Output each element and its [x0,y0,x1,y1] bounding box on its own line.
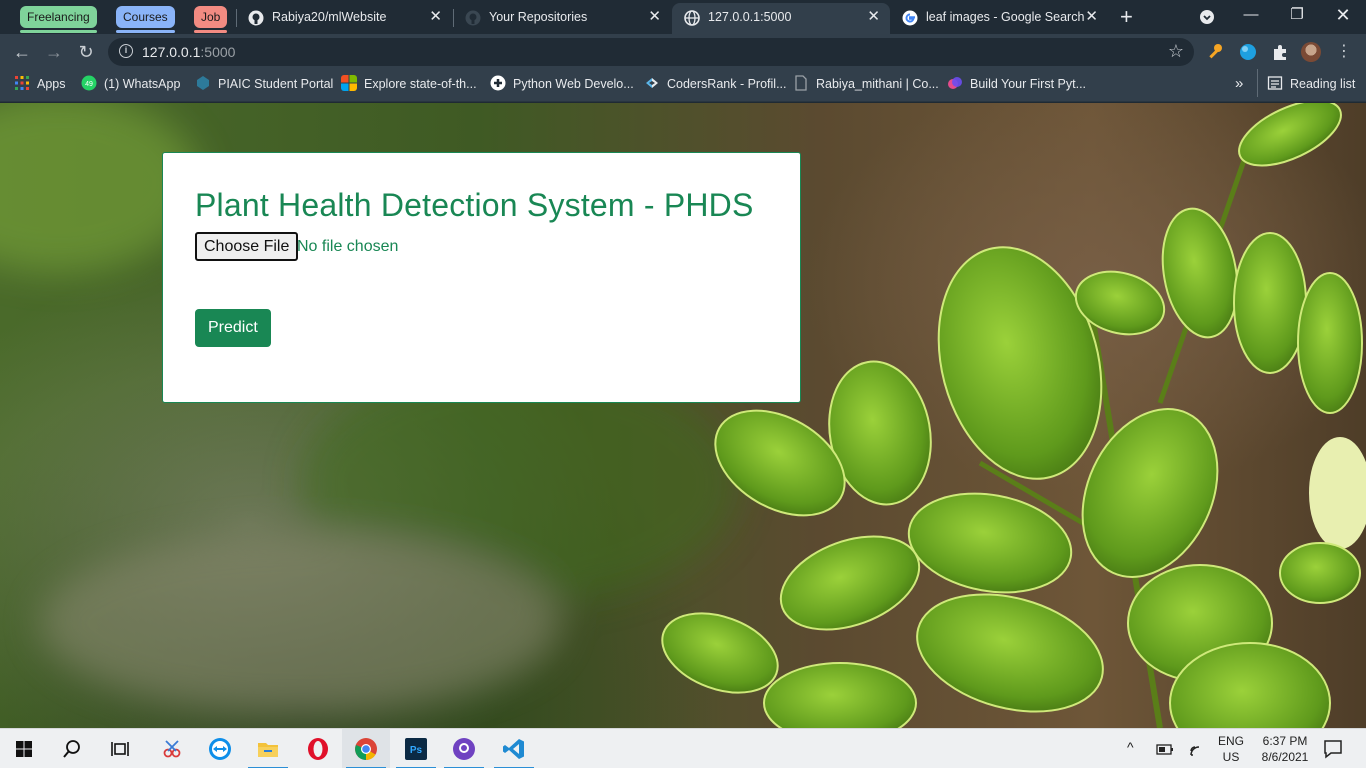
github-desktop-icon [453,738,475,760]
tab-title: Rabiya20/mlWebsite [272,10,387,24]
bookmarks-overflow-icon[interactable]: » [1235,70,1243,98]
taskbar-snipping-tool[interactable] [148,729,196,768]
key-extension-icon[interactable] [1205,42,1225,62]
search-icon [63,740,80,758]
site-info-icon[interactable]: i [119,44,133,58]
close-icon[interactable]: ✕ [648,3,661,31]
bookmarks-divider [1257,69,1258,97]
bookmark-piaic[interactable]: PIAIC Student Portal [195,70,333,98]
tab-group-job[interactable]: Job [194,6,228,33]
minimize-icon[interactable]: — [1228,0,1274,34]
browser-toolbar: ← → ↻ i 127.0.0.1:5000 ☆ ⋮ [0,34,1366,70]
tab-leaf-images[interactable]: leaf images - Google Search ✕ [890,3,1108,34]
bookmark-star-icon[interactable]: ☆ [1168,41,1184,62]
taskbar-file-explorer[interactable] [244,729,292,768]
tab-rabiya-mlwebsite[interactable]: Rabiya20/mlWebsite ✕ [236,3,452,34]
bookmarks-bar: Apps 49 (1) WhatsApp PIAIC Student Portal… [0,69,1366,102]
page-viewport: Plant Health Detection System - PHDS Cho… [0,103,1366,728]
colorpicker-extension-icon[interactable] [1238,42,1258,62]
python-icon [490,75,506,91]
forward-arrow-icon[interactable]: → [42,40,66,64]
svg-text:Ps: Ps [410,745,423,756]
choose-file-button[interactable]: Choose File [195,232,299,261]
bookmark-codersrank[interactable]: CodersRank - Profil... [644,70,786,98]
file-status-text: No file chosen [297,238,399,255]
taskbar-teamviewer[interactable] [196,729,244,768]
taskbar-opera[interactable] [294,729,342,768]
clock[interactable]: 6:37 PM 8/6/2021 [1252,729,1318,768]
github-icon [465,10,481,26]
extensions-puzzle-icon[interactable] [1270,42,1290,62]
tab-title: 127.0.0.1:5000 [708,10,792,24]
restore-icon[interactable]: ❐ [1274,0,1320,34]
tab-your-repositories[interactable]: Your Repositories ✕ [453,3,671,34]
svg-text:49: 49 [85,81,93,88]
bookmark-whatsapp[interactable]: 49 (1) WhatsApp [81,70,180,98]
taskbar-vscode[interactable] [490,729,538,768]
course-icon [948,77,962,89]
back-arrow-icon[interactable]: ← [10,40,34,64]
tab-title: Your Repositories [489,10,588,24]
reload-icon[interactable]: ↻ [74,40,98,64]
reading-list-icon [1267,76,1283,90]
piaic-icon [197,76,209,90]
folder-icon [258,743,278,757]
bookmark-rabiya-mithani[interactable]: Rabiya_mithani | Co... [793,70,939,98]
bookmark-python-web[interactable]: Python Web Develo... [490,70,634,98]
windows-logo-icon [16,741,32,757]
chrome-menu-icon[interactable]: ⋮ [1332,40,1356,64]
input-language[interactable]: ENG US [1214,729,1248,768]
page-icon [795,75,807,91]
show-hidden-icons-icon[interactable]: ^ [1124,729,1142,768]
battery-icon[interactable] [1154,741,1174,757]
windows-taskbar: Ps ^ ENG US 6:37 PM 8/6/2021 [0,728,1366,768]
apps-grid-icon [15,76,29,90]
page-title: Plant Health Detection System - PHDS [195,187,754,223]
tab-localhost[interactable]: 127.0.0.1:5000 ✕ [672,3,890,34]
predict-button[interactable]: Predict [195,309,271,347]
url-text[interactable]: 127.0.0.1:5000 [142,38,235,66]
wifi-icon[interactable] [1188,741,1206,757]
close-icon[interactable]: ✕ [429,3,442,31]
vscode-icon [503,739,524,759]
teamviewer-icon [209,738,231,760]
bookmark-apps[interactable]: Apps [14,70,66,98]
github-icon [248,10,264,26]
google-icon [902,10,918,26]
new-tab-icon[interactable]: + [1120,4,1133,30]
upload-card: Plant Health Detection System - PHDS Cho… [162,152,801,403]
whatsapp-icon: 49 [81,75,97,91]
taskbar-chrome[interactable] [342,729,390,768]
tab-group-courses[interactable]: Courses [116,6,175,33]
taskbar-github-desktop[interactable] [440,729,488,768]
bookmark-build-python[interactable]: Build Your First Pyt... [947,70,1086,98]
search-button[interactable] [48,729,96,768]
address-bar[interactable]: i 127.0.0.1:5000 ☆ [108,38,1194,66]
reading-list[interactable]: Reading list [1267,70,1355,98]
close-icon[interactable]: ✕ [1085,3,1098,31]
task-view-icon [111,742,129,756]
chrome-icon [355,738,377,760]
notifications-icon[interactable] [1322,739,1344,759]
snipping-tool-icon [163,740,181,758]
task-view-button[interactable] [96,729,144,768]
opera-icon [308,738,328,760]
tab-strip: Freelancing Courses Job Rabiya20/mlWebsi… [0,0,1366,34]
codersrank-icon [646,78,658,88]
photoshop-icon: Ps [405,738,427,760]
taskbar-photoshop[interactable]: Ps [392,729,440,768]
tab-group-freelancing[interactable]: Freelancing [20,6,97,33]
tab-title: leaf images - Google Search [926,10,1085,24]
close-icon[interactable]: ✕ [867,3,880,31]
bookmark-microsoft[interactable]: Explore state-of-th... [341,70,477,98]
profile-avatar[interactable] [1301,42,1321,62]
start-button[interactable] [0,729,48,768]
close-window-icon[interactable]: ✕ [1320,0,1366,34]
microsoft-icon [341,75,357,91]
globe-icon [684,10,700,26]
tab-search-icon[interactable] [1184,0,1230,34]
